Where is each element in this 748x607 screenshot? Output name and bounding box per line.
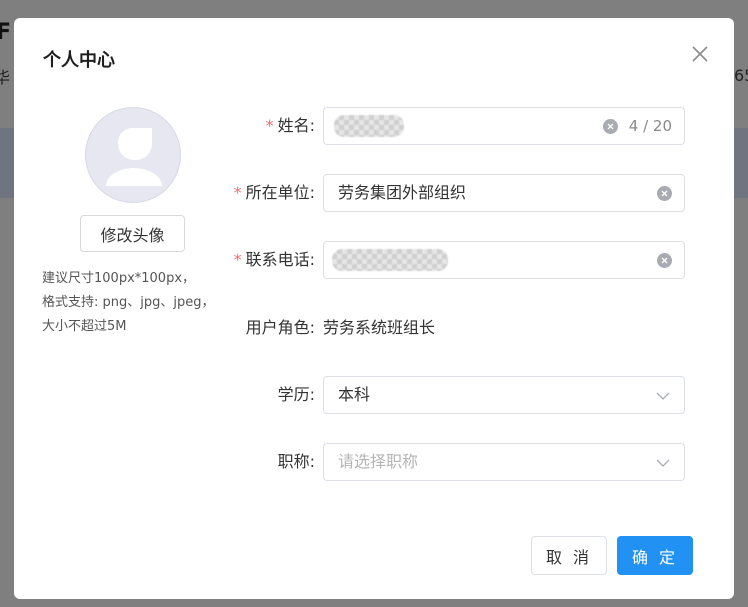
close-icon: [692, 46, 708, 62]
education-label: 学历:: [277, 385, 315, 404]
redacted-value: [334, 115, 404, 137]
form-row-role: 用户角色: 劳务系统班组长: [14, 309, 734, 347]
phone-label: * 联系电话:: [233, 250, 315, 269]
clear-icon[interactable]: [603, 119, 618, 134]
name-label: * 姓名:: [265, 116, 315, 135]
form-row-phone: * 联系电话:: [14, 241, 734, 279]
required-mark: *: [265, 116, 274, 135]
unit-input[interactable]: 劳务集团外部组织: [323, 174, 685, 212]
background-fragment: 65: [734, 66, 748, 85]
char-counter: 4 / 20: [628, 117, 672, 135]
redacted-value: [332, 249, 448, 271]
background-fragment: F: [0, 20, 12, 45]
background-fragment: 华: [0, 68, 11, 87]
form-row-name: * 姓名: 4 / 20: [14, 107, 734, 145]
required-mark: *: [233, 183, 242, 202]
close-button[interactable]: [688, 42, 712, 66]
chevron-down-icon: [656, 392, 670, 400]
form-row-unit: * 所在单位: 劳务集团外部组织: [14, 174, 734, 212]
chevron-down-icon: [656, 459, 670, 467]
clear-icon[interactable]: [657, 186, 672, 201]
confirm-button[interactable]: 确 定: [617, 536, 693, 575]
dialog-title: 个人中心: [43, 50, 115, 71]
required-mark: *: [233, 250, 242, 269]
education-select[interactable]: 本科: [323, 376, 685, 414]
unit-label: * 所在单位:: [233, 183, 315, 202]
form-row-title: 职称: 请选择职称: [14, 443, 734, 481]
title-select[interactable]: 请选择职称: [323, 443, 685, 481]
title-label: 职称:: [277, 452, 315, 471]
education-value: 本科: [338, 385, 371, 404]
title-placeholder: 请选择职称: [338, 452, 419, 471]
unit-value: 劳务集团外部组织: [338, 183, 467, 202]
form-row-education: 学历: 本科: [14, 376, 734, 414]
role-value: 劳务系统班组长: [323, 318, 436, 337]
personal-center-dialog: 个人中心 修改头像 建议尺寸100px*100px， 格式支持: png、jpg…: [14, 18, 734, 599]
clear-icon[interactable]: [657, 253, 672, 268]
role-label: 用户角色:: [245, 318, 315, 337]
phone-input[interactable]: [323, 241, 685, 279]
name-input[interactable]: 4 / 20: [323, 107, 685, 145]
cancel-button[interactable]: 取 消: [531, 536, 607, 575]
